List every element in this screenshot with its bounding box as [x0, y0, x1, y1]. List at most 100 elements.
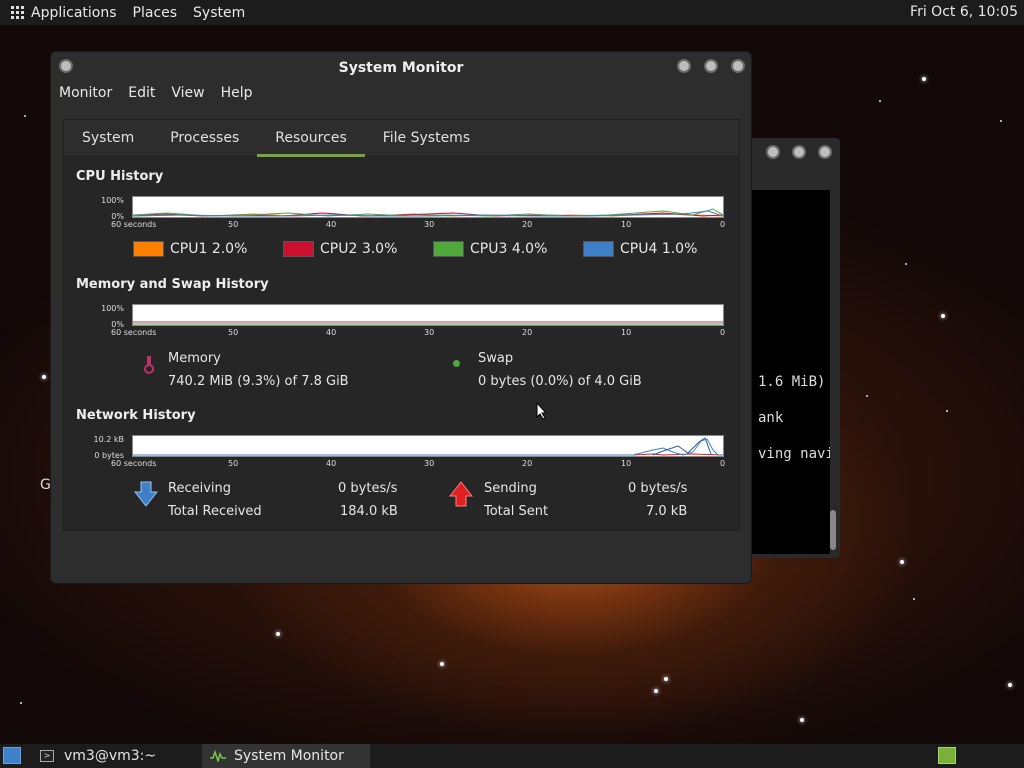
network-x-label: 50: [228, 459, 239, 468]
star: [24, 115, 26, 117]
star: [922, 77, 926, 81]
sending-arrow-icon[interactable]: [449, 481, 473, 507]
menu-places[interactable]: Places: [133, 5, 178, 21]
sending-value: 0 bytes/s: [628, 481, 688, 496]
memory-label: Memory: [168, 351, 221, 366]
minimize-button[interactable]: [766, 145, 780, 159]
memory-y-top: 100%: [101, 304, 124, 313]
terminal-scrollbar[interactable]: [830, 510, 836, 550]
cpu3-value: 4.0%: [511, 241, 548, 257]
cpu4-color-button[interactable]: [583, 241, 614, 257]
star: [42, 375, 46, 379]
memory-x-label: 30: [424, 328, 435, 337]
cpu4-value: 1.0%: [661, 241, 698, 257]
taskbar-system-monitor[interactable]: System Monitor: [202, 744, 370, 768]
menubar: Monitor Edit View Help: [59, 85, 253, 101]
menu-help[interactable]: Help: [221, 85, 253, 101]
total-sent-label: Total Sent: [484, 504, 549, 519]
network-x-label: 60 seconds: [111, 459, 157, 468]
receiving-value: 0 bytes/s: [338, 481, 398, 496]
star: [440, 662, 444, 666]
cpu-x-label: 10: [621, 220, 632, 229]
network-graph: [132, 435, 724, 457]
resources-notebook: System Processes Resources File Systems …: [63, 119, 740, 531]
terminal-titlebar[interactable]: [740, 138, 840, 192]
maximize-button[interactable]: [792, 145, 806, 159]
tab-processes[interactable]: Processes: [152, 120, 257, 156]
receiving-arrow-icon[interactable]: [134, 481, 158, 507]
cpu-x-label: 30: [424, 220, 435, 229]
memory-x-label: 0: [720, 328, 726, 337]
cpu4-legend: CPU4 1.0%: [583, 241, 697, 257]
window-title: System Monitor: [338, 60, 464, 76]
taskbar-terminal[interactable]: > vm3@vm3:~: [32, 744, 200, 768]
star: [946, 410, 948, 412]
terminal-window[interactable]: 1.6 MiB) ank ving navig: [740, 138, 840, 558]
network-x-label: 40: [326, 459, 337, 468]
star: [276, 632, 280, 636]
taskbar-system-monitor-label: System Monitor: [234, 748, 344, 764]
clock[interactable]: Fri Oct 6, 10:05: [910, 4, 1018, 20]
tab-file-systems[interactable]: File Systems: [365, 120, 488, 156]
app-grid-icon[interactable]: [11, 5, 25, 20]
minimize-button[interactable]: [677, 59, 691, 73]
cpu1-color-button[interactable]: [133, 241, 164, 257]
top-panel: Applications Places System Fri Oct 6, 10…: [0, 0, 1024, 25]
mouse-cursor-icon: [536, 402, 548, 420]
cpu3-label: CPU3: [470, 241, 508, 257]
cpu-history-heading: CPU History: [76, 169, 164, 184]
cpu-x-label: 40: [326, 220, 337, 229]
network-y-top: 10.2 kB: [93, 435, 124, 444]
tab-system[interactable]: System: [64, 120, 152, 156]
close-button[interactable]: [818, 145, 832, 159]
network-x-label: 20: [522, 459, 533, 468]
cpu-x-label: 60 seconds: [111, 220, 157, 229]
cpu2-color-button[interactable]: [283, 241, 314, 257]
star: [913, 598, 915, 600]
cpu2-label: CPU2: [320, 241, 358, 257]
memory-history-heading: Memory and Swap History: [76, 277, 269, 292]
total-sent-value: 7.0 kB: [646, 504, 688, 519]
network-history-heading: Network History: [76, 408, 196, 423]
swap-label: Swap: [478, 351, 514, 366]
close-button[interactable]: [731, 59, 745, 73]
terminal-line: ving navig: [758, 446, 830, 462]
terminal-body[interactable]: 1.6 MiB) ank ving navig: [752, 190, 830, 554]
system-monitor-window[interactable]: System Monitor Monitor Edit View Help Sy…: [50, 51, 752, 584]
menu-system[interactable]: System: [193, 5, 245, 21]
cpu2-legend: CPU2 3.0%: [283, 241, 397, 257]
cpu1-value: 2.0%: [211, 241, 248, 257]
star: [1000, 120, 1002, 122]
star: [800, 718, 804, 722]
memory-value: 740.2 MiB (9.3%) of 7.8 GiB: [168, 374, 349, 389]
bottom-panel: > vm3@vm3:~ System Monitor: [0, 744, 1024, 768]
memory-x-label: 20: [522, 328, 533, 337]
system-monitor-icon: [210, 750, 226, 762]
cpu-graph: [132, 196, 724, 218]
network-x-label: 30: [424, 459, 435, 468]
show-desktop-button[interactable]: [3, 747, 21, 764]
memory-pie-icon[interactable]: [142, 356, 156, 374]
memory-x-label: 60 seconds: [111, 328, 157, 337]
menu-monitor[interactable]: Monitor: [59, 85, 112, 101]
menu-edit[interactable]: Edit: [128, 85, 155, 101]
cpu1-legend: CPU1 2.0%: [133, 241, 247, 257]
swap-pie-icon[interactable]: [453, 360, 460, 367]
star: [664, 677, 668, 681]
sending-label: Sending: [484, 481, 537, 496]
cpu-x-label: 50: [228, 220, 239, 229]
menu-view[interactable]: View: [171, 85, 204, 101]
memory-x-label: 10: [621, 328, 632, 337]
star: [900, 560, 904, 564]
tab-resources[interactable]: Resources: [257, 120, 365, 157]
terminal-line: ank: [758, 410, 784, 426]
maximize-button[interactable]: [704, 59, 718, 73]
star: [866, 395, 868, 397]
cpu2-value: 3.0%: [361, 241, 398, 257]
cpu3-color-button[interactable]: [433, 241, 464, 257]
menu-applications[interactable]: Applications: [31, 5, 117, 21]
star: [20, 702, 22, 704]
star: [1008, 683, 1012, 687]
receiving-label: Receiving: [168, 481, 232, 496]
workspace-switcher[interactable]: [938, 747, 956, 764]
